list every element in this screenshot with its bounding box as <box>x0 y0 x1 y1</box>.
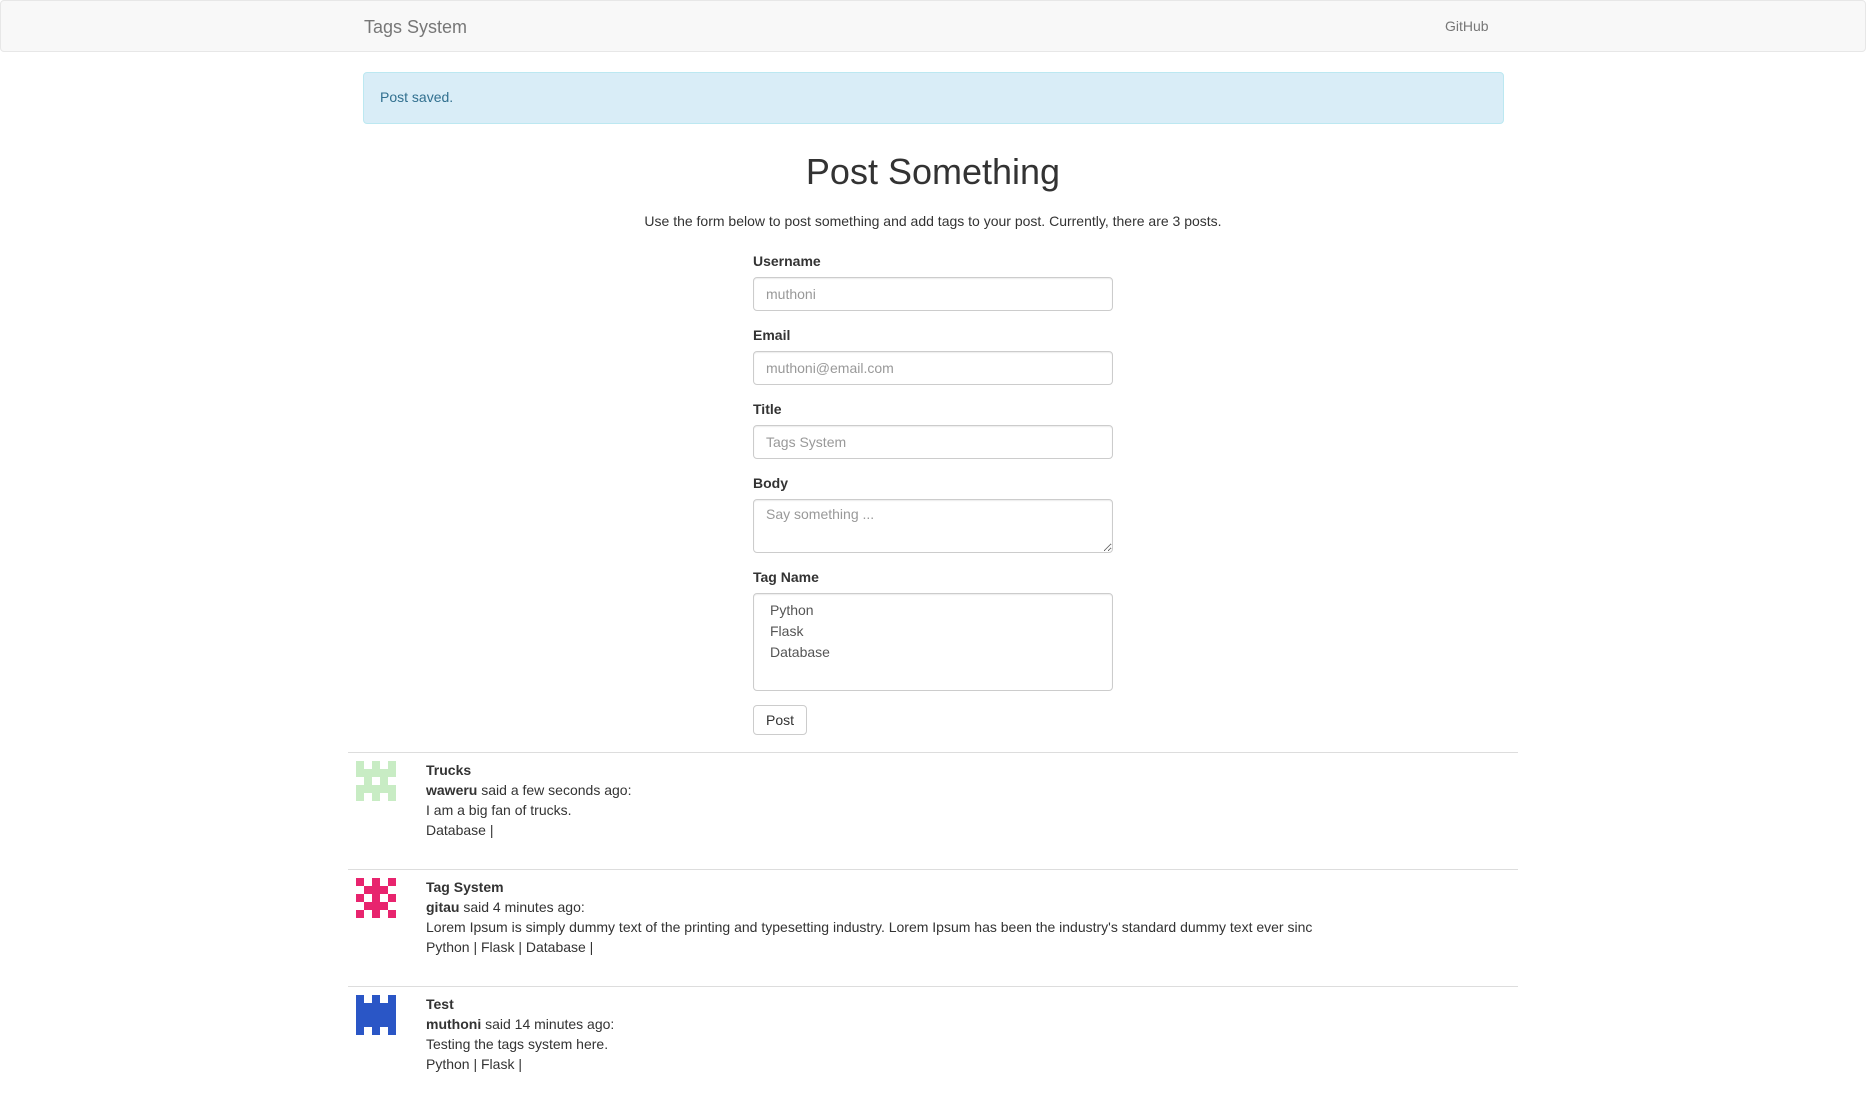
post-content: Tag System gitau said 4 minutes ago: Lor… <box>426 877 1518 957</box>
post-author: gitau <box>426 899 460 915</box>
tag-multiselect[interactable]: Python Flask Database <box>753 592 1113 691</box>
email-input[interactable] <box>753 350 1113 385</box>
post-item: Trucks waweru said a few seconds ago: I … <box>348 752 1518 869</box>
post-meta: gitau said 4 minutes ago: <box>426 897 1518 917</box>
post-time: said 4 minutes ago: <box>459 899 585 915</box>
post-text: I am a big fan of trucks. <box>426 802 572 818</box>
post-author: waweru <box>426 782 478 798</box>
post-title: Test <box>426 996 454 1012</box>
post-author: muthoni <box>426 1016 482 1032</box>
title-input[interactable] <box>753 424 1113 459</box>
page-description: Use the form below to post something and… <box>644 213 1222 229</box>
post-title: Trucks <box>426 762 472 778</box>
identicon-avatar <box>356 761 396 801</box>
page-title: Post Something <box>805 151 1061 192</box>
tags-group: Tag Name Python Flask Database <box>753 568 1113 691</box>
post-button[interactable]: Post <box>753 704 808 735</box>
post-tags: Database | <box>426 822 494 838</box>
post-item: Tag System gitau said 4 minutes ago: Lor… <box>348 869 1518 986</box>
username-input[interactable] <box>753 276 1113 311</box>
body-textarea[interactable] <box>753 498 1113 553</box>
tag-option-flask[interactable]: Flask <box>770 621 1096 642</box>
post-tags: Python | Flask | Database | <box>426 939 594 955</box>
identicon-avatar <box>356 995 396 1035</box>
email-label: Email <box>753 326 791 343</box>
post-time: said 14 minutes ago: <box>481 1016 615 1032</box>
identicon-avatar <box>356 878 396 918</box>
github-link[interactable]: GitHub <box>1445 17 1489 37</box>
post-text: Testing the tags system here. <box>426 1036 609 1052</box>
tag-option-database[interactable]: Database <box>770 642 1096 663</box>
post-content: Trucks waweru said a few seconds ago: I … <box>426 760 1518 840</box>
navbar-brand[interactable]: Tags System <box>364 15 467 41</box>
success-alert: Post saved. <box>363 72 1504 124</box>
username-group: Username <box>753 252 1113 311</box>
post-meta: muthoni said 14 minutes ago: <box>426 1014 1518 1034</box>
email-group: Email <box>753 326 1113 385</box>
title-group: Title <box>753 400 1113 459</box>
post-item: Test muthoni said 14 minutes ago: Testin… <box>348 986 1518 1103</box>
post-tags: Python | Flask | <box>426 1056 522 1072</box>
body-group: Body <box>753 474 1113 553</box>
post-text: Lorem Ipsum is simply dummy text of the … <box>426 919 1313 935</box>
tag-name-label: Tag Name <box>753 568 819 585</box>
post-title: Tag System <box>426 879 504 895</box>
tag-option-python[interactable]: Python <box>770 600 1096 621</box>
post-content: Test muthoni said 14 minutes ago: Testin… <box>426 994 1518 1074</box>
body-label: Body <box>753 474 788 491</box>
post-meta: waweru said a few seconds ago: <box>426 780 1518 800</box>
navbar: Tags System GitHub <box>0 0 1866 52</box>
title-label: Title <box>753 400 782 417</box>
post-list: Trucks waweru said a few seconds ago: I … <box>348 752 1518 1103</box>
post-time: said a few seconds ago: <box>477 782 632 798</box>
username-label: Username <box>753 253 821 269</box>
post-form: Username Email Title Body Tag Name Pytho… <box>753 252 1113 735</box>
